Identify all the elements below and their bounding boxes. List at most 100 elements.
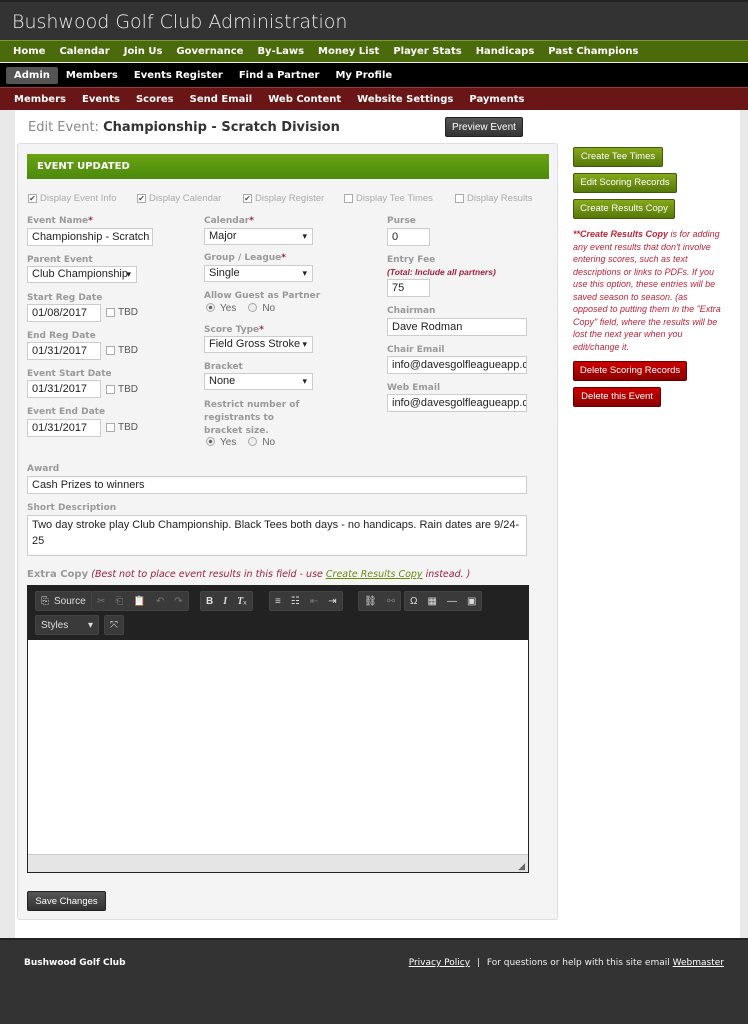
calendar-select[interactable]: Major <box>204 228 313 245</box>
nav-money-list[interactable]: Money List <box>311 43 386 60</box>
web-email-label: Web Email <box>387 383 441 393</box>
create-tee-times-button[interactable]: Create Tee Times <box>573 147 663 167</box>
outdent-icon[interactable]: ⇤ <box>305 596 323 607</box>
unlink-icon[interactable]: ⚯ <box>382 596 400 607</box>
source-button[interactable]: ⎘ Source <box>35 591 92 611</box>
nav-by-laws[interactable]: By-Laws <box>250 43 311 60</box>
extra-copy-note: (Best not to place event results in this… <box>91 569 326 580</box>
edit-scoring-records-button[interactable]: Edit Scoring Records <box>573 173 677 193</box>
rich-text-editor: ⎘ Source ✂ ⎗ 📋 ↶ ↷ B I Tₓ ≡ ☷ ⇤ ⇥ ⛓ ⚯ Ω ▦ — ▣ Styles ▾ … <box>27 585 529 873</box>
nav-admin[interactable]: Admin <box>6 66 58 84</box>
parent-event-select[interactable]: Club Championship <box>27 266 137 283</box>
paste-icon[interactable]: 📋 <box>128 596 150 607</box>
delete-event-button[interactable]: Delete this Event <box>573 387 661 407</box>
end-reg-tbd-checkbox[interactable]: TBD <box>106 345 138 356</box>
app-header: Bushwood Golf Club Administration <box>0 0 748 40</box>
display-event-info-checkbox[interactable]: ✔ Display Event Info <box>28 193 117 204</box>
undo-icon[interactable]: ↶ <box>151 596 169 607</box>
display-tee-times-checkbox[interactable]: Display Tee Times <box>344 193 433 204</box>
nav-find-partner[interactable]: Find a Partner <box>231 67 328 84</box>
web-email-input[interactable]: info@davesgolfleagueapp.co <box>387 394 527 412</box>
admin-nav-website-settings[interactable]: Website Settings <box>349 91 461 108</box>
checkbox-empty-icon <box>455 194 464 203</box>
chair-email-input[interactable]: info@davesgolfleagueapp.co <box>387 356 527 374</box>
nav-governance[interactable]: Governance <box>169 43 250 60</box>
table-icon[interactable]: ▦ <box>422 596 441 607</box>
numbered-list-icon[interactable]: ≡ <box>270 596 286 607</box>
event-end-input[interactable]: 01/31/2017 <box>27 419 101 437</box>
event-name-label: Event Name* <box>27 216 93 226</box>
allow-guest-radio-group: Yes No <box>206 303 275 314</box>
allow-guest-yes-radio[interactable]: Yes <box>206 303 236 314</box>
nav-home[interactable]: Home <box>6 43 52 60</box>
display-register-checkbox[interactable]: ✔ Display Register <box>243 193 324 204</box>
start-reg-input[interactable]: 01/08/2017 <box>27 304 101 322</box>
event-start-input[interactable]: 01/31/2017 <box>27 380 101 398</box>
italic-icon[interactable]: I <box>218 596 232 607</box>
start-reg-label: Start Reg Date <box>27 293 103 303</box>
delete-scoring-records-button[interactable]: Delete Scoring Records <box>573 361 687 381</box>
restrict-no-radio[interactable]: No <box>248 437 275 448</box>
bold-icon[interactable]: B <box>201 596 218 607</box>
event-updated-banner: EVENT UPDATED <box>27 154 549 179</box>
link-icon[interactable]: ⛓ <box>359 596 382 607</box>
admin-nav-web-content[interactable]: Web Content <box>260 91 349 108</box>
purse-input[interactable]: 0 <box>387 228 430 246</box>
preview-event-button[interactable]: Preview Event <box>445 117 523 137</box>
group-league-select[interactable]: Single <box>204 265 313 282</box>
source-icon: ⎘ <box>41 595 49 607</box>
event-start-tbd-checkbox[interactable]: TBD <box>106 384 138 395</box>
horizontal-line-icon[interactable]: — <box>442 596 462 607</box>
format-group: B I Tₓ <box>200 591 253 611</box>
event-end-tbd-checkbox[interactable]: TBD <box>106 422 138 433</box>
admin-nav-events[interactable]: Events <box>74 91 128 108</box>
editor-content-area[interactable] <box>28 640 528 854</box>
bulleted-list-icon[interactable]: ☷ <box>286 596 305 607</box>
indent-icon[interactable]: ⇥ <box>323 596 341 607</box>
admin-nav-send-email[interactable]: Send Email <box>182 91 261 108</box>
admin-nav-members[interactable]: Members <box>6 91 74 108</box>
nav-past-champions[interactable]: Past Champions <box>541 43 645 60</box>
nav-calendar[interactable]: Calendar <box>52 43 116 60</box>
nav-my-profile[interactable]: My Profile <box>327 67 400 84</box>
cut-icon[interactable]: ✂ <box>92 596 110 607</box>
parent-event-label: Parent Event <box>27 255 93 265</box>
tbd-label: TBD <box>118 307 138 318</box>
copy-icon[interactable]: ⎗ <box>110 596 128 607</box>
maximize-button[interactable]: ⤧ <box>104 615 124 635</box>
nav-handicaps[interactable]: Handicaps <box>469 43 542 60</box>
list-group: ≡ ☷ ⇤ ⇥ <box>269 591 343 611</box>
event-name-input[interactable]: Championship - Scratch D <box>27 228 153 246</box>
end-reg-label: End Reg Date <box>27 331 96 341</box>
nav-events-register[interactable]: Events Register <box>126 67 231 84</box>
nav-player-stats[interactable]: Player Stats <box>386 43 468 60</box>
save-changes-button[interactable]: Save Changes <box>27 891 106 911</box>
privacy-policy-link[interactable]: Privacy Policy <box>409 958 470 968</box>
redo-icon[interactable]: ↷ <box>169 596 187 607</box>
webmaster-link[interactable]: Webmaster <box>673 958 724 968</box>
nav-members[interactable]: Members <box>58 67 126 84</box>
chairman-input[interactable]: Dave Rodman <box>387 318 527 336</box>
admin-nav-scores[interactable]: Scores <box>128 91 182 108</box>
create-results-copy-button[interactable]: Create Results Copy <box>573 199 675 219</box>
styles-dropdown[interactable]: Styles ▾ <box>35 615 99 635</box>
entry-fee-input[interactable]: 75 <box>387 279 430 297</box>
short-description-textarea[interactable]: Two day stroke play Club Championship. B… <box>27 515 527 556</box>
admin-nav-payments[interactable]: Payments <box>461 91 532 108</box>
allow-guest-no-radio[interactable]: No <box>248 303 275 314</box>
display-calendar-checkbox[interactable]: ✔ Display Calendar <box>137 193 221 204</box>
end-reg-input[interactable]: 01/31/2017 <box>27 342 101 360</box>
award-input[interactable]: Cash Prizes to winners <box>27 476 527 494</box>
restrict-yes-radio[interactable]: Yes <box>206 437 236 448</box>
image-icon[interactable]: ▣ <box>462 596 481 607</box>
resize-handle-icon[interactable]: ◢ <box>518 861 525 872</box>
bracket-select[interactable]: None <box>204 373 313 390</box>
remove-format-icon[interactable]: Tₓ <box>232 596 251 607</box>
purse-label: Purse <box>387 216 416 226</box>
special-char-icon[interactable]: Ω <box>405 596 422 607</box>
start-reg-tbd-checkbox[interactable]: TBD <box>106 307 138 318</box>
score-type-select[interactable]: Field Gross Stroke <box>204 336 313 353</box>
display-results-checkbox[interactable]: Display Results <box>455 193 532 204</box>
create-results-copy-link[interactable]: Create Results Copy <box>326 569 423 580</box>
nav-join-us[interactable]: Join Us <box>117 43 170 60</box>
